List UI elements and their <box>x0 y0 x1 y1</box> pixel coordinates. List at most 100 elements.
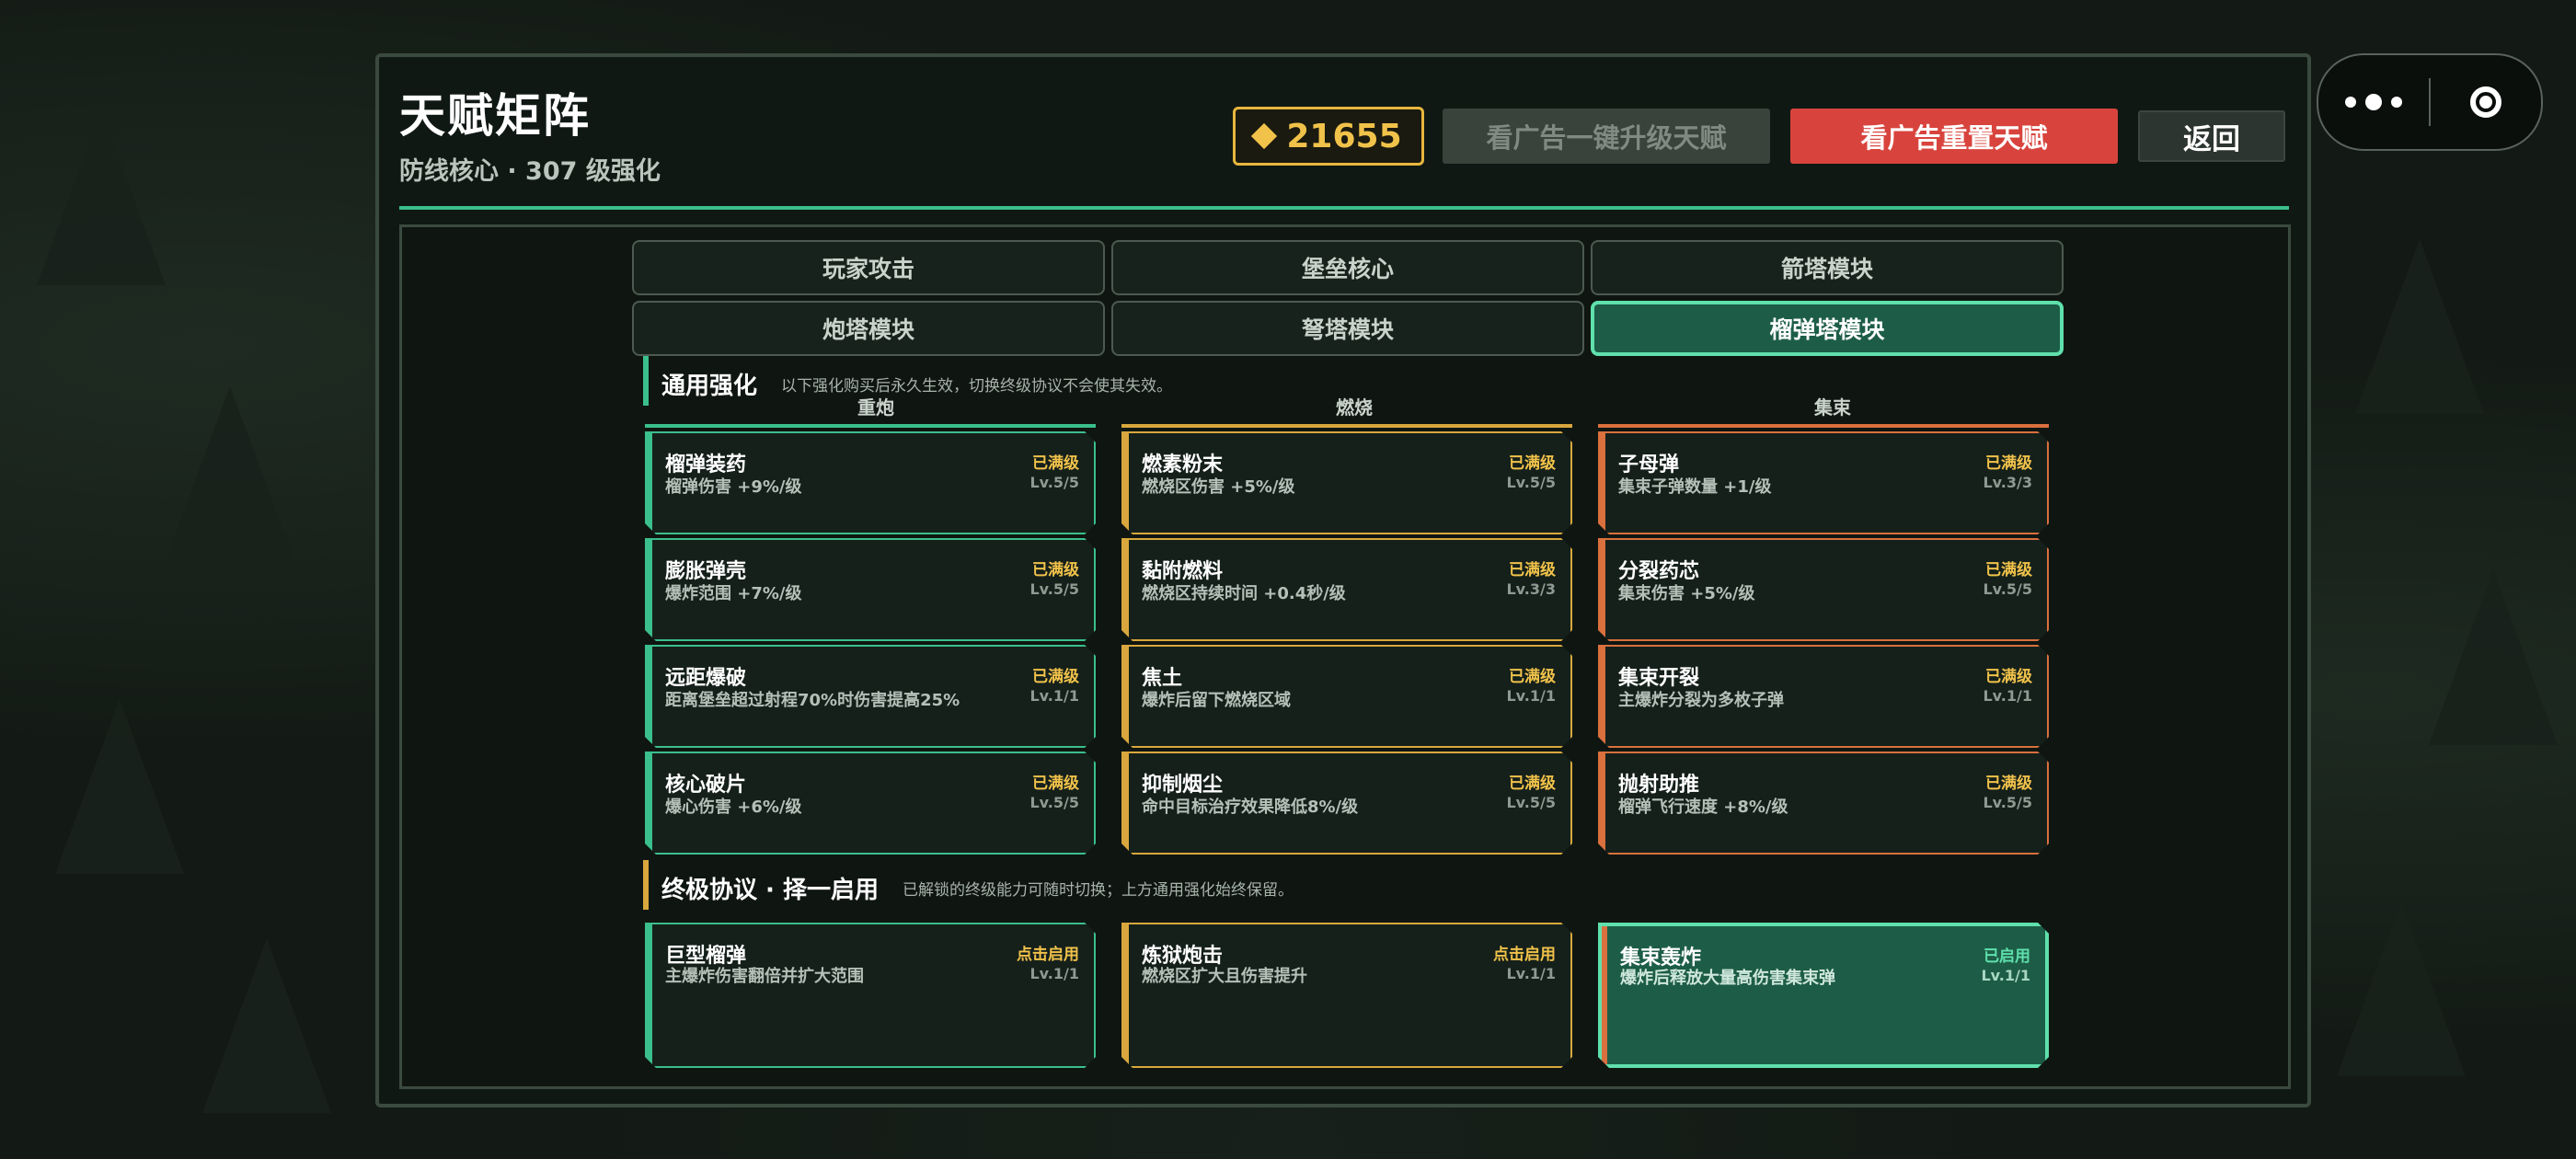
talent-content: 玩家攻击 堡垒核心 箭塔模块 炮塔模块 弩塔模块 榴弹塔模块 通用强化 以下强化… <box>399 224 2291 1089</box>
talent-desc: 榴弹伤害 +9%/级 <box>665 477 802 497</box>
talent-card[interactable]: 集束开裂 主爆炸分裂为多枚子弹 已满级 Lv.1/1 <box>1598 645 2049 748</box>
talent-status: 已满级 <box>1509 454 1556 473</box>
column-top-line <box>645 424 1096 428</box>
header-divider <box>399 206 2289 210</box>
talent-level: Lv.5/5 <box>1029 794 1079 811</box>
talent-status: 已满级 <box>1032 454 1079 473</box>
column-header-burn: 燃烧 <box>1336 396 1373 419</box>
column-header-heavy: 重炮 <box>857 396 894 419</box>
ultimate-card-active[interactable]: 集束轰炸 爆炸后释放大量高伤害集束弹 已启用 Lv.1/1 <box>1598 923 2049 1068</box>
tab-cannon-tower[interactable]: 炮塔模块 <box>632 301 1105 356</box>
talent-status: 已满级 <box>1509 775 1556 793</box>
talent-desc: 燃烧区扩大且伤害提升 <box>1142 967 1307 986</box>
target-icon <box>2470 86 2501 118</box>
talent-level: Lv.1/1 <box>1981 967 2030 984</box>
talent-status: 已满级 <box>1985 668 2032 686</box>
ad-reset-button[interactable]: 看广告重置天赋 <box>1790 109 2118 164</box>
talent-card[interactable]: 子母弹 集束子弹数量 +1/级 已满级 Lv.3/3 <box>1598 431 2049 534</box>
talent-status: 已满级 <box>1509 561 1556 580</box>
talent-desc: 爆炸范围 +7%/级 <box>665 584 802 603</box>
ad-upgrade-all-button[interactable]: 看广告一键升级天赋 <box>1443 109 1770 164</box>
talent-desc: 距离堡垒超过射程70%时伤害提高25% <box>665 691 960 710</box>
tab-crossbow-tower[interactable]: 弩塔模块 <box>1111 301 1584 356</box>
coin-amount: 21655 <box>1286 117 1402 155</box>
tree-decoration <box>55 699 184 874</box>
tree-decoration <box>2337 901 2466 1076</box>
tree-decoration <box>37 110 166 285</box>
tab-grenade-tower[interactable]: 榴弹塔模块 <box>1591 301 2064 356</box>
talent-card[interactable]: 分裂药芯 集束伤害 +5%/级 已满级 Lv.5/5 <box>1598 538 2049 641</box>
talent-desc: 集束子弹数量 +1/级 <box>1618 477 1772 497</box>
talent-card[interactable]: 抑制烟尘 命中目标治疗效果降低8%/级 已满级 Lv.5/5 <box>1121 752 1572 855</box>
talent-desc: 榴弹飞行速度 +8%/级 <box>1618 798 1788 817</box>
dot-icon <box>2391 97 2402 108</box>
talent-level: Lv.1/1 <box>1029 965 1079 982</box>
page-title: 天赋矩阵 <box>399 89 591 143</box>
talent-card[interactable]: 黏附燃料 燃烧区持续时间 +0.4秒/级 已满级 Lv.3/3 <box>1121 538 1572 641</box>
column-top-line <box>1598 424 2049 428</box>
talent-level: Lv.5/5 <box>1029 580 1079 598</box>
enabled-status: 已启用 <box>1984 947 2030 966</box>
talent-card[interactable]: 榴弹装药 榴弹伤害 +9%/级 已满级 Lv.5/5 <box>645 431 1096 534</box>
coin-balance: 21655 <box>1233 107 1424 166</box>
close-miniprogram-button[interactable] <box>2431 55 2541 149</box>
talent-desc: 爆炸后留下燃烧区域 <box>1142 691 1291 710</box>
talent-card[interactable]: 抛射助推 榴弹飞行速度 +8%/级 已满级 Lv.5/5 <box>1598 752 2049 855</box>
talent-card[interactable]: 燃素粉末 燃烧区伤害 +5%/级 已满级 Lv.5/5 <box>1121 431 1572 534</box>
talent-level: Lv.3/3 <box>1506 580 1556 598</box>
section-note: 已解锁的终级能力可随时切换；上方通用强化始终保留。 <box>902 881 1294 900</box>
talent-status: 已满级 <box>1032 775 1079 793</box>
talent-status: 已满级 <box>1985 454 2032 473</box>
talent-status: 已满级 <box>1985 775 2032 793</box>
talent-level: Lv.5/5 <box>1983 794 2032 811</box>
talent-level: Lv.1/1 <box>1983 687 2032 705</box>
tree-decoration <box>2429 570 2558 745</box>
column-header-cluster: 集束 <box>1814 396 1851 419</box>
ultimate-card[interactable]: 巨型榴弹 主爆炸伤害翻倍并扩大范围 点击启用 Lv.1/1 <box>645 923 1096 1068</box>
talent-panel: 天赋矩阵 防线核心 · 307 级强化 21655 看广告一键升级天赋 看广告重… <box>375 53 2311 1107</box>
dot-icon <box>2365 94 2382 110</box>
section-marker <box>643 860 649 910</box>
talent-desc: 主爆炸分裂为多枚子弹 <box>1618 691 1784 710</box>
talent-card[interactable]: 核心破片 爆心伤害 +6%/级 已满级 Lv.5/5 <box>645 752 1096 855</box>
talent-level: Lv.5/5 <box>1506 474 1556 491</box>
back-button[interactable]: 返回 <box>2138 110 2285 162</box>
talent-status: 已满级 <box>1509 668 1556 686</box>
tree-decoration <box>166 386 294 561</box>
section-title: 终极协议 · 择一启用 <box>661 877 879 904</box>
ultimate-section-header: 终极协议 · 择一启用 已解锁的终级能力可随时切换；上方通用强化始终保留。 <box>643 860 1294 910</box>
column-top-line <box>1121 424 1572 428</box>
talent-desc: 燃烧区伤害 +5%/级 <box>1142 477 1295 497</box>
talent-level: Lv.1/1 <box>1029 687 1079 705</box>
talent-desc: 爆心伤害 +6%/级 <box>665 798 802 817</box>
talent-desc: 主爆炸伤害翻倍并扩大范围 <box>665 967 864 986</box>
talent-level: Lv.1/1 <box>1506 965 1556 982</box>
talent-status: 已满级 <box>1985 561 2032 580</box>
more-menu-button[interactable] <box>2318 55 2429 149</box>
enable-status: 点击启用 <box>1017 946 1079 964</box>
talent-level: Lv.3/3 <box>1983 474 2032 491</box>
talent-level: Lv.5/5 <box>1029 474 1079 491</box>
tab-arrow-tower[interactable]: 箭塔模块 <box>1591 240 2064 295</box>
talent-desc: 爆炸后释放大量高伤害集束弹 <box>1620 969 1835 988</box>
tab-fortress-core[interactable]: 堡垒核心 <box>1111 240 1584 295</box>
talent-status: 已满级 <box>1032 668 1079 686</box>
talent-card[interactable]: 焦土 爆炸后留下燃烧区域 已满级 Lv.1/1 <box>1121 645 1572 748</box>
talent-level: Lv.5/5 <box>1983 580 2032 598</box>
talent-card[interactable]: 远距爆破 距离堡垒超过射程70%时伤害提高25% 已满级 Lv.1/1 <box>645 645 1096 748</box>
talent-desc: 燃烧区持续时间 +0.4秒/级 <box>1142 584 1346 603</box>
tree-decoration <box>202 938 331 1113</box>
talent-level: Lv.1/1 <box>1506 687 1556 705</box>
page-subtitle: 防线核心 · 307 级强化 <box>399 157 661 186</box>
miniprogram-capsule <box>2317 53 2543 151</box>
dot-icon <box>2345 97 2356 108</box>
talent-status: 已满级 <box>1032 561 1079 580</box>
diamond-icon <box>1251 122 1278 150</box>
ultimate-card[interactable]: 炼狱炮击 燃烧区扩大且伤害提升 点击启用 Lv.1/1 <box>1121 923 1572 1068</box>
talent-level: Lv.5/5 <box>1506 794 1556 811</box>
tree-decoration <box>2355 239 2484 414</box>
talent-desc: 集束伤害 +5%/级 <box>1618 584 1755 603</box>
talent-card[interactable]: 膨胀弹壳 爆炸范围 +7%/级 已满级 Lv.5/5 <box>645 538 1096 641</box>
enable-status: 点击启用 <box>1493 946 1556 964</box>
tab-player-attack[interactable]: 玩家攻击 <box>632 240 1105 295</box>
